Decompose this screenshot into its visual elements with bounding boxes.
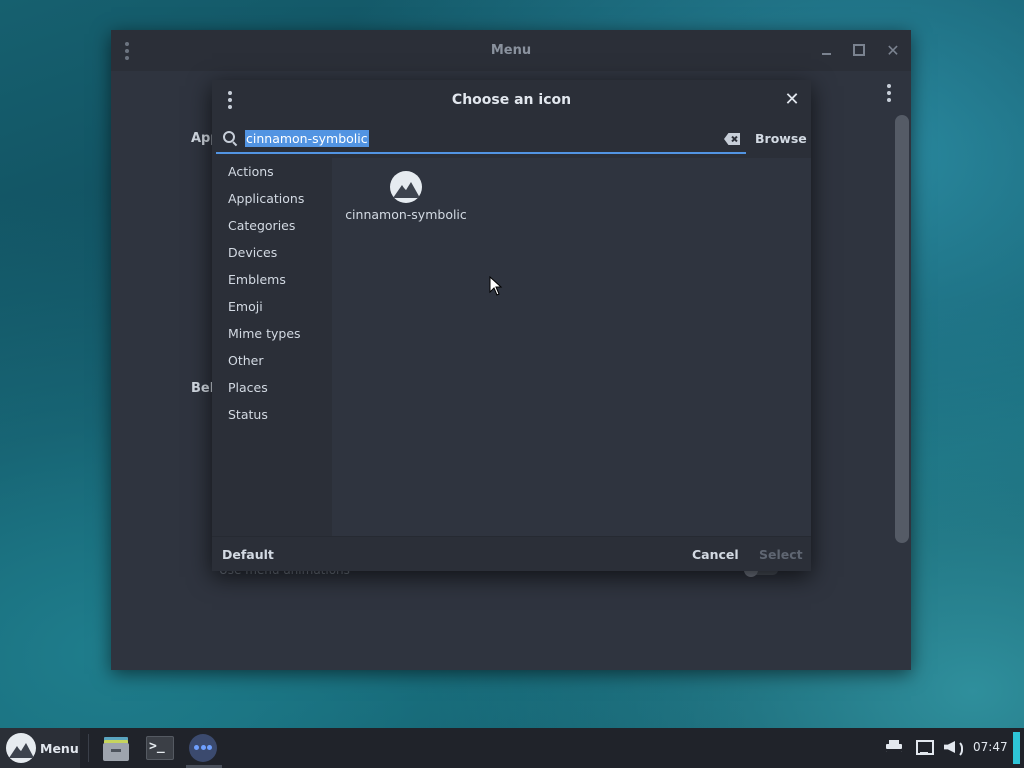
icon-result-item[interactable]: cinnamon-symbolic [344, 168, 468, 224]
window-titlebar[interactable]: Menu ✕ [111, 30, 911, 71]
icon-result-label: cinnamon-symbolic [345, 207, 467, 222]
window-title: Menu [490, 43, 532, 58]
browse-button[interactable]: Browse [755, 131, 807, 146]
taskbar: Menu >_ 07:47 [0, 728, 1024, 768]
select-button[interactable]: Select [759, 547, 803, 562]
terminal-icon[interactable]: >_ [145, 734, 175, 762]
category-status[interactable]: Status [228, 406, 268, 424]
maximize-icon[interactable] [850, 41, 868, 59]
settings-icon[interactable] [188, 734, 218, 762]
window-menu-icon[interactable] [123, 42, 131, 60]
category-other[interactable]: Other [228, 352, 264, 370]
files-icon[interactable] [101, 734, 131, 762]
search-icon [222, 130, 240, 148]
taskbar-separator [88, 734, 89, 762]
scrollbar[interactable] [895, 115, 909, 543]
category-actions[interactable]: Actions [228, 163, 274, 181]
category-sidebar: Actions Applications Categories Devices … [212, 158, 332, 536]
category-applications[interactable]: Applications [228, 190, 304, 208]
choose-icon-dialog: Choose an icon ✕ cinnamon-symbolic Brows… [212, 80, 811, 571]
dialog-title: Choose an icon [451, 92, 572, 108]
search-row: cinnamon-symbolic Browse [212, 120, 811, 158]
printer-icon[interactable] [886, 738, 902, 758]
volume-icon[interactable] [944, 738, 963, 758]
icon-results-grid: cinnamon-symbolic [332, 158, 811, 536]
dialog-close-icon[interactable]: ✕ [782, 90, 802, 110]
cancel-button[interactable]: Cancel [692, 547, 739, 562]
cinnamon-menu-icon [6, 733, 36, 763]
minimize-icon[interactable] [817, 41, 835, 59]
cinnamon-logo-icon [390, 171, 422, 203]
category-emblems[interactable]: Emblems [228, 271, 286, 289]
settings-menu-icon[interactable] [885, 84, 893, 102]
clear-search-icon[interactable] [724, 133, 740, 145]
dialog-header: Choose an icon ✕ [212, 80, 811, 120]
category-mime-types[interactable]: Mime types [228, 325, 301, 343]
category-emoji[interactable]: Emoji [228, 298, 263, 316]
category-places[interactable]: Places [228, 379, 268, 397]
start-menu-button[interactable]: Menu [0, 728, 80, 768]
mouse-cursor-icon [489, 276, 503, 296]
default-button[interactable]: Default [222, 547, 274, 562]
search-input-value[interactable]: cinnamon-symbolic [245, 130, 369, 147]
dialog-footer: Default Cancel Select [212, 536, 811, 571]
start-menu-label: Menu [40, 740, 79, 756]
category-categories[interactable]: Categories [228, 217, 295, 235]
network-icon[interactable] [916, 738, 934, 758]
search-input[interactable]: cinnamon-symbolic [216, 125, 746, 154]
clock[interactable]: 07:47 [973, 740, 1008, 754]
category-devices[interactable]: Devices [228, 244, 277, 262]
window-close-icon[interactable]: ✕ [884, 41, 902, 60]
workspace-indicator[interactable] [1013, 732, 1020, 764]
